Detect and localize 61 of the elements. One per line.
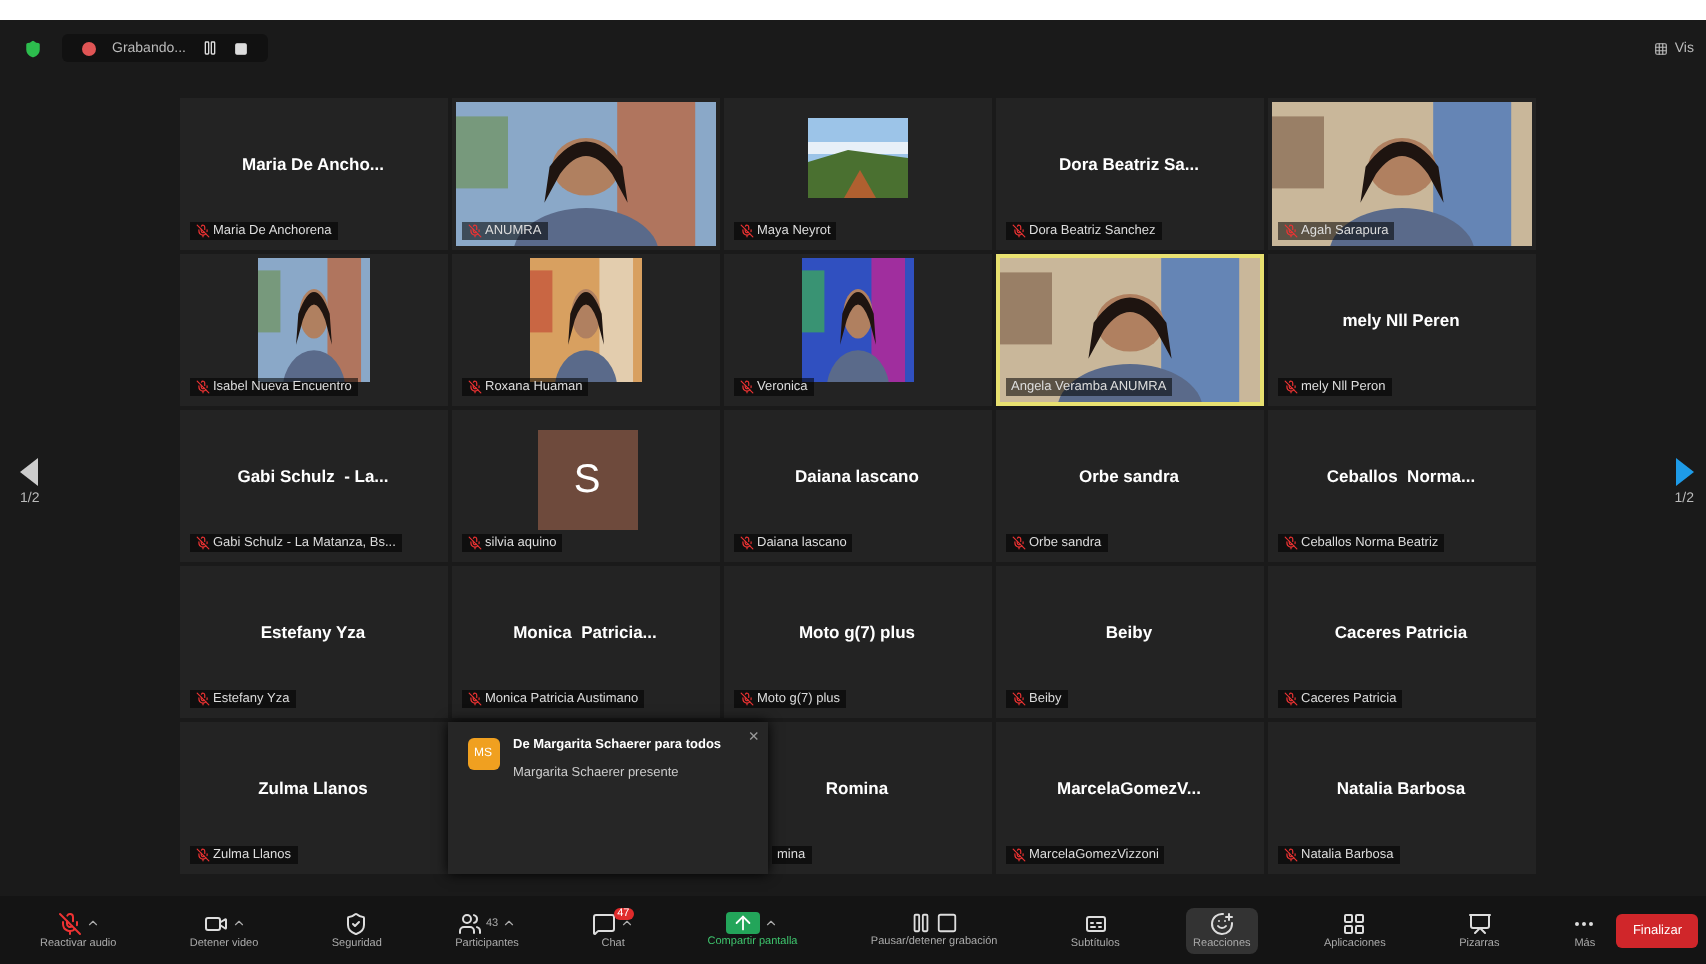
participant-name: Beiby [1103, 622, 1155, 642]
participant-name: Monica Patricia... [511, 622, 659, 642]
participant-name: MarcelaGomezV... [1055, 778, 1203, 798]
board-icon [1467, 911, 1492, 935]
participant-name: Gabi Schulz - La... [235, 466, 391, 486]
muted-mic-icon [739, 380, 753, 394]
grid-icon [1342, 911, 1367, 935]
muted-mic-icon [195, 380, 209, 394]
participant-name: Moto g(7) plus [796, 622, 918, 642]
muted-mic-icon [467, 692, 481, 706]
caret-icon[interactable] [85, 916, 100, 930]
muted-mic-icon [195, 848, 209, 862]
muted-mic-icon [467, 224, 481, 238]
left-triangle-icon [20, 458, 39, 486]
muted-mic-icon [1283, 848, 1297, 862]
muted-mic-icon [1011, 536, 1025, 550]
participant-name: Orbe sandra [1076, 466, 1182, 486]
muted-mic-icon [1283, 536, 1297, 550]
participant-name: Daiana lascano [793, 466, 921, 486]
participant-name: Estefany Yza [258, 622, 368, 642]
shield-icon [24, 39, 42, 57]
caret-icon[interactable] [764, 916, 779, 930]
muted-mic-icon [1283, 380, 1297, 394]
captions-icon [1083, 911, 1108, 935]
participant-name: Romina [823, 778, 891, 798]
muted-mic-icon [1011, 692, 1025, 706]
caret-icon[interactable] [502, 916, 517, 930]
muted-mic-icon [195, 224, 209, 238]
muted-mic-icon [739, 224, 753, 238]
shield-icon [344, 911, 369, 935]
muted-mic-icon [1283, 692, 1297, 706]
muted-mic-icon [1011, 848, 1025, 862]
pause-icon[interactable] [201, 40, 218, 56]
participant-name: mely Nll Peren [1340, 310, 1462, 330]
muted-mic-icon [467, 536, 481, 550]
participant-name: Maria De Ancho... [239, 154, 386, 174]
muted-mic-icon [195, 692, 209, 706]
smiley-icon [1209, 911, 1234, 935]
stop-icon[interactable] [233, 41, 248, 55]
participant-name: Zulma Llanos [256, 778, 370, 798]
participant-name: Natalia Barbosa [1334, 778, 1468, 798]
close-button[interactable]: × [748, 726, 759, 746]
participant-name: Ceballos Norma... [1324, 466, 1478, 486]
chat-bubble-icon [592, 911, 617, 935]
muted-mic-icon [739, 692, 753, 706]
pause-stop-icon [910, 912, 959, 934]
caret-icon[interactable] [231, 916, 246, 930]
participant-avatar: S [537, 430, 637, 530]
people-icon [457, 911, 482, 935]
muted-mic-icon [1283, 224, 1297, 238]
participant-name: Caceres Patricia [1332, 622, 1470, 642]
muted-mic-icon [467, 380, 481, 394]
camera-icon [203, 911, 228, 935]
caret-icon[interactable] [620, 916, 635, 930]
muted-mic-icon [739, 536, 753, 550]
grid-icon [1654, 41, 1669, 55]
muted-mic-icon [195, 536, 209, 550]
participant-name: Dora Beatriz Sa... [1057, 154, 1201, 174]
right-triangle-icon [1675, 458, 1694, 486]
muted-mic-icon [1011, 224, 1025, 238]
muted-mic-icon [57, 911, 82, 935]
